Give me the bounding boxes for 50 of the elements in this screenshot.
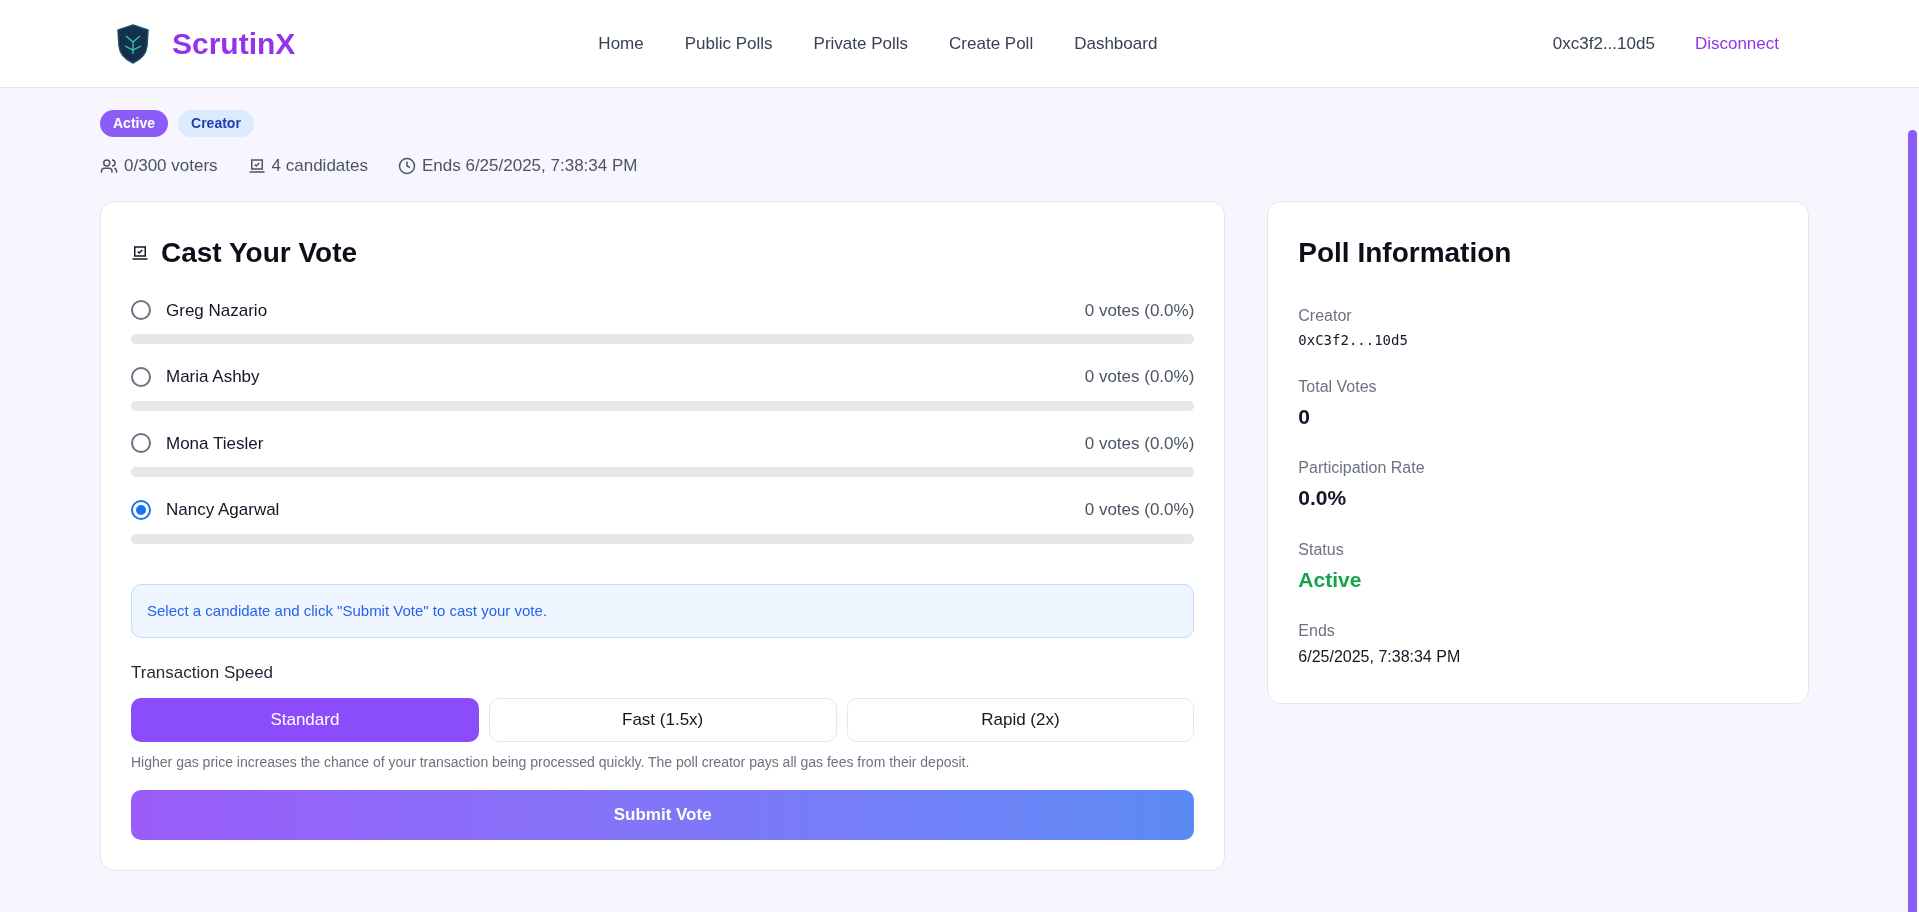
vote-count: 0 votes (0.0%) bbox=[1084, 499, 1195, 521]
wallet-address: 0xc3f2...10d5 bbox=[1552, 32, 1655, 55]
field-value: 0xC3f2...10d5 bbox=[1298, 330, 1409, 350]
help-text: Higher gas price increases the chance of your transaction being processed quickly. The poll creator pays all gas fees from their deposit. bbox=[131, 752, 971, 772]
nav-link[interactable]: Create Poll bbox=[949, 30, 1034, 57]
field-label: Participation Rate bbox=[1298, 458, 1426, 478]
vote-count: 0 votes (0.0%) bbox=[1084, 299, 1195, 322]
shield-logo-icon bbox=[116, 23, 150, 64]
info-notice: Select a candidate and click "Submit Vote" to cast your vote. bbox=[131, 583, 1195, 638]
badge: Active bbox=[100, 110, 169, 137]
stat-text: 0/300 voters bbox=[124, 155, 218, 177]
clock-icon bbox=[397, 156, 416, 175]
speed-option[interactable]: Rapid (2x) bbox=[846, 697, 1195, 742]
card-title: Poll Information bbox=[1298, 235, 1513, 270]
field-value: 0 bbox=[1298, 403, 1311, 430]
people-icon bbox=[100, 156, 118, 175]
section-label: Transaction Speed bbox=[131, 662, 275, 684]
candidate-name: Nancy Agarwal bbox=[166, 499, 280, 521]
disconnect-link[interactable]: Disconnect bbox=[1694, 30, 1779, 57]
field-value: Active bbox=[1298, 566, 1363, 593]
field-value: 0.0% bbox=[1298, 485, 1348, 511]
stat-text: 4 candidates bbox=[271, 155, 368, 177]
nav-link[interactable]: Home bbox=[598, 30, 644, 57]
radio-button[interactable] bbox=[131, 366, 151, 387]
vote-count: 0 votes (0.0%) bbox=[1084, 432, 1195, 455]
card-title: Cast Your Vote bbox=[161, 235, 358, 270]
nav-link[interactable]: Dashboard bbox=[1074, 30, 1158, 57]
ballot-box-icon bbox=[247, 156, 266, 175]
candidate-name: Maria Ashby bbox=[166, 366, 260, 388]
brand-link[interactable]: ScrutinX bbox=[172, 21, 296, 66]
candidate-name: Mona Tiesler bbox=[166, 432, 264, 455]
badge: Creator bbox=[178, 110, 254, 137]
field-value: 6/25/2025, 7:38:34 PM bbox=[1298, 647, 1462, 667]
speed-option[interactable]: Standard bbox=[131, 697, 479, 742]
submit-button[interactable]: Submit Vote bbox=[131, 789, 1195, 840]
candidate-name: Greg Nazario bbox=[166, 299, 268, 322]
stat-text: Ends 6/25/2025, 7:38:34 PM bbox=[421, 155, 638, 177]
scrollbar-thumb[interactable] bbox=[1908, 130, 1917, 912]
ballot-box-icon bbox=[131, 243, 149, 262]
field-label: Total Votes bbox=[1298, 376, 1378, 397]
radio-button[interactable] bbox=[131, 499, 151, 520]
nav-link[interactable]: Private Polls bbox=[813, 30, 909, 57]
field-label: Creator bbox=[1298, 305, 1353, 326]
vote-count: 0 votes (0.0%) bbox=[1084, 366, 1195, 388]
speed-option[interactable]: Fast (1.5x) bbox=[488, 697, 837, 742]
nav-link[interactable]: Public Polls bbox=[684, 30, 773, 57]
field-label: Status bbox=[1298, 539, 1345, 560]
field-label: Ends bbox=[1298, 621, 1336, 641]
radio-button[interactable] bbox=[131, 300, 151, 321]
radio-button[interactable] bbox=[131, 433, 151, 454]
